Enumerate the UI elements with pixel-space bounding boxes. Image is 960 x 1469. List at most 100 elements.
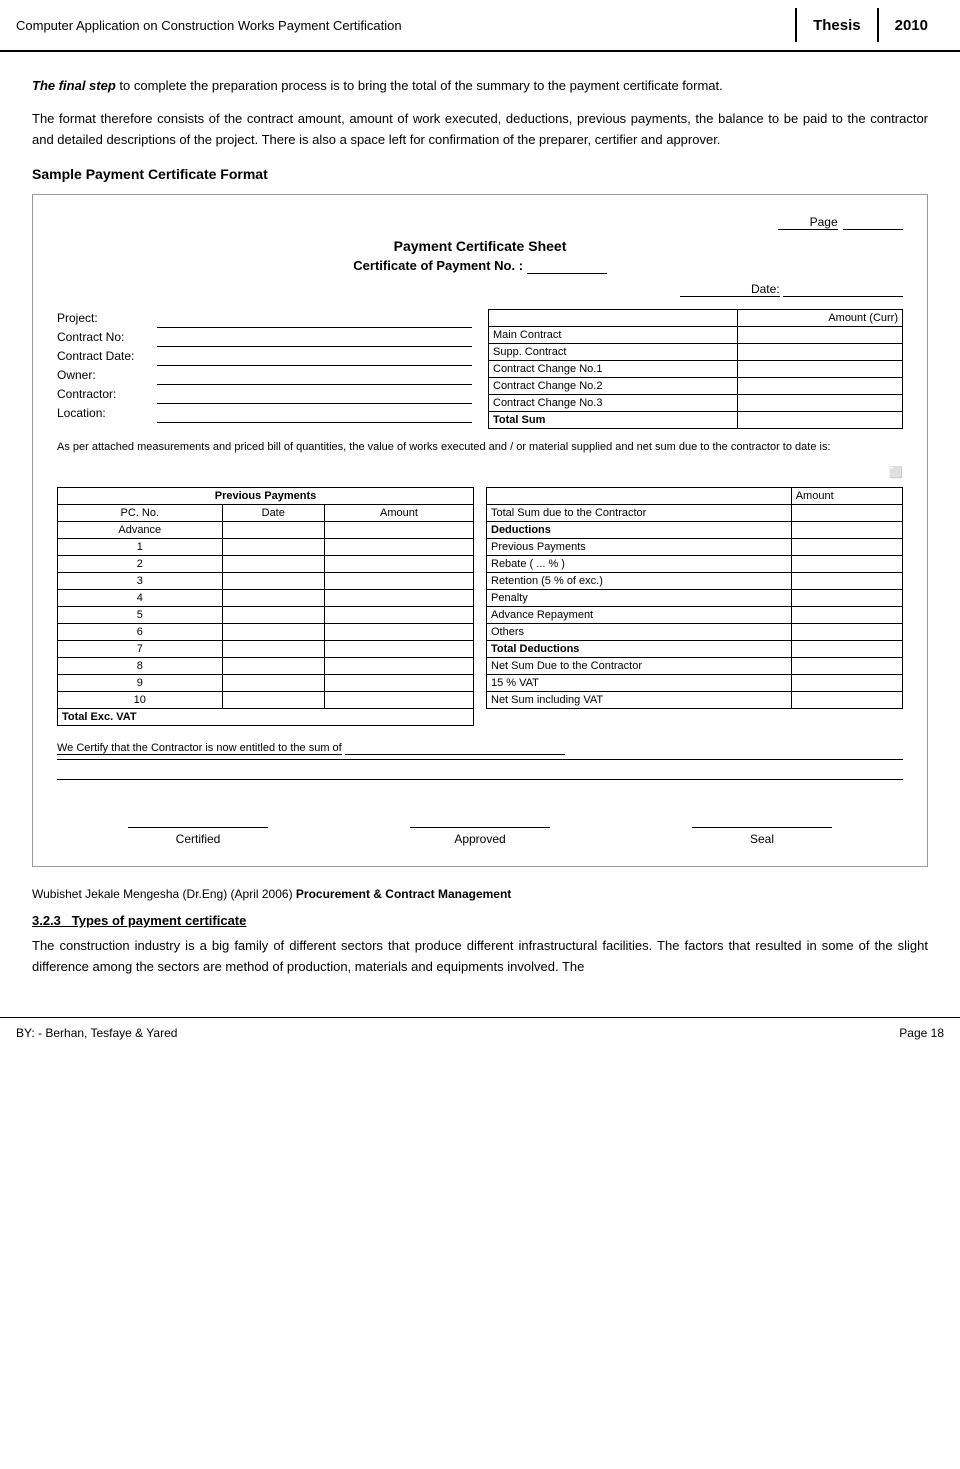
prev-payment-row: 10 [58, 691, 474, 708]
summary-row: Others [487, 623, 903, 640]
prev-payment-row: 7 [58, 640, 474, 657]
prev-payments-inner-table: Previous Payments PC. No. Date Amount Ad… [57, 487, 474, 726]
section-number: 3.2.3 [32, 913, 61, 928]
sig-approved: Approved [339, 812, 621, 846]
cert-page-line: Page [57, 215, 903, 230]
intro-paragraph-2: The format therefore consists of the con… [32, 109, 928, 151]
summary-row-label: Penalty [487, 589, 792, 606]
summary-row: Previous Payments [487, 538, 903, 555]
prev-payments-section-header-row: Previous Payments [58, 487, 474, 504]
section-3-body: The construction industry is a big famil… [32, 936, 928, 978]
summary-row: Retention (5 % of exc.) [487, 572, 903, 589]
prev-row-date [222, 674, 324, 691]
prev-payment-row: 9 [58, 674, 474, 691]
prev-payment-row: 4 [58, 589, 474, 606]
intro-paragraph-1: The final step to complete the preparati… [32, 76, 928, 97]
cert-left-info: Project: Contract No: Contract Date: Own… [57, 309, 472, 429]
year-label: 2010 [895, 17, 928, 34]
footer-author: BY: - Berhan, Tesfaye & Yared [16, 1026, 177, 1040]
summary-row-amount [791, 521, 902, 538]
summary-row: Deductions [487, 521, 903, 538]
left-field-label: Contract Date: [57, 347, 157, 366]
left-field-row: Location: [57, 404, 472, 423]
prev-payments-table: Previous Payments PC. No. Date Amount Ad… [57, 487, 474, 726]
prev-row-amount [324, 640, 473, 657]
left-field-row: Owner: [57, 366, 472, 385]
header-year: 2010 [879, 8, 944, 42]
prev-row-date [222, 538, 324, 555]
prev-row-amount [324, 606, 473, 623]
cert-note: As per attached measurements and priced … [57, 439, 903, 456]
left-field-value [157, 404, 472, 423]
prev-row-date [222, 657, 324, 674]
right-row-label: Supp. Contract [489, 344, 738, 361]
cert-signatures: Certified Approved Seal [57, 812, 903, 846]
header-thesis: Thesis [797, 8, 879, 42]
final-step-text: The final step [32, 78, 116, 93]
section-heading-text: Types of payment certificate [72, 913, 247, 928]
summary-row-amount [791, 623, 902, 640]
prev-row-amount [324, 572, 473, 589]
prev-row-date [222, 555, 324, 572]
prev-row-date [222, 691, 324, 708]
prev-payment-row: 6 [58, 623, 474, 640]
right-table-row: Contract Change No.3 [489, 395, 903, 412]
prev-row-num: Advance [58, 521, 223, 538]
right-table-row: Contract Change No.2 [489, 378, 903, 395]
right-summary-label-header [487, 487, 792, 504]
left-field-row: Project: [57, 309, 472, 328]
prev-row-num: 7 [58, 640, 223, 657]
summary-row-label: Deductions [487, 521, 792, 538]
summary-row-amount [791, 691, 902, 708]
prev-row-num: 3 [58, 572, 223, 589]
prev-row-amount [324, 623, 473, 640]
sig-approved-line [410, 812, 550, 828]
sig-certified: Certified [57, 812, 339, 846]
prev-row-num: 2 [58, 555, 223, 572]
cert-date-field [783, 282, 903, 297]
summary-row-label: Rebate ( ... % ) [487, 555, 792, 572]
prev-payments-total-row: Total Exc. VAT [58, 708, 474, 725]
sig-seal-label: Seal [621, 832, 903, 846]
summary-row-amount [791, 538, 902, 555]
right-row-amount [737, 412, 902, 429]
summary-row: Total Deductions [487, 640, 903, 657]
summary-row-label: Total Sum due to the Contractor [487, 504, 792, 521]
footer-citation-text: Wubishet Jekale Mengesha (Dr.Eng) (April… [32, 887, 293, 901]
right-row-amount [737, 344, 902, 361]
left-fields-table: Project: Contract No: Contract Date: Own… [57, 309, 472, 423]
summary-row-label: Others [487, 623, 792, 640]
summary-row: Rebate ( ... % ) [487, 555, 903, 572]
right-amounts-table: Amount (Curr) Main Contract Supp. Contra… [488, 309, 903, 429]
page-number-field [843, 215, 903, 230]
summary-row: Net Sum Due to the Contractor [487, 657, 903, 674]
summary-row-amount [791, 640, 902, 657]
summary-row-label: Previous Payments [487, 538, 792, 555]
prev-row-date [222, 606, 324, 623]
summary-row: Penalty [487, 589, 903, 606]
prev-payments-total-label: Total Exc. VAT [58, 708, 474, 725]
certify-amount-field [345, 742, 565, 755]
cert-certify-line2 [57, 764, 903, 780]
right-table-label-header [489, 310, 738, 327]
prev-payment-row: Advance [58, 521, 474, 538]
right-row-amount [737, 361, 902, 378]
prev-row-num: 6 [58, 623, 223, 640]
prev-row-amount [324, 674, 473, 691]
page-label: Page [778, 215, 838, 230]
page-header: Computer Application on Construction Wor… [0, 0, 960, 52]
left-field-value [157, 328, 472, 347]
left-field-row: Contract No: [57, 328, 472, 347]
left-field-value [157, 385, 472, 404]
cert-info-section: Project: Contract No: Contract Date: Own… [57, 309, 903, 429]
left-field-row: Contract Date: [57, 347, 472, 366]
prev-row-num: 5 [58, 606, 223, 623]
summary-row-label: Advance Repayment [487, 606, 792, 623]
right-row-amount [737, 395, 902, 412]
sig-seal: Seal [621, 812, 903, 846]
prev-row-num: 1 [58, 538, 223, 555]
left-field-label: Project: [57, 309, 157, 328]
cert-title: Payment Certificate Sheet [57, 238, 903, 254]
cert-number-field [527, 258, 607, 274]
summary-row: Net Sum including VAT [487, 691, 903, 708]
